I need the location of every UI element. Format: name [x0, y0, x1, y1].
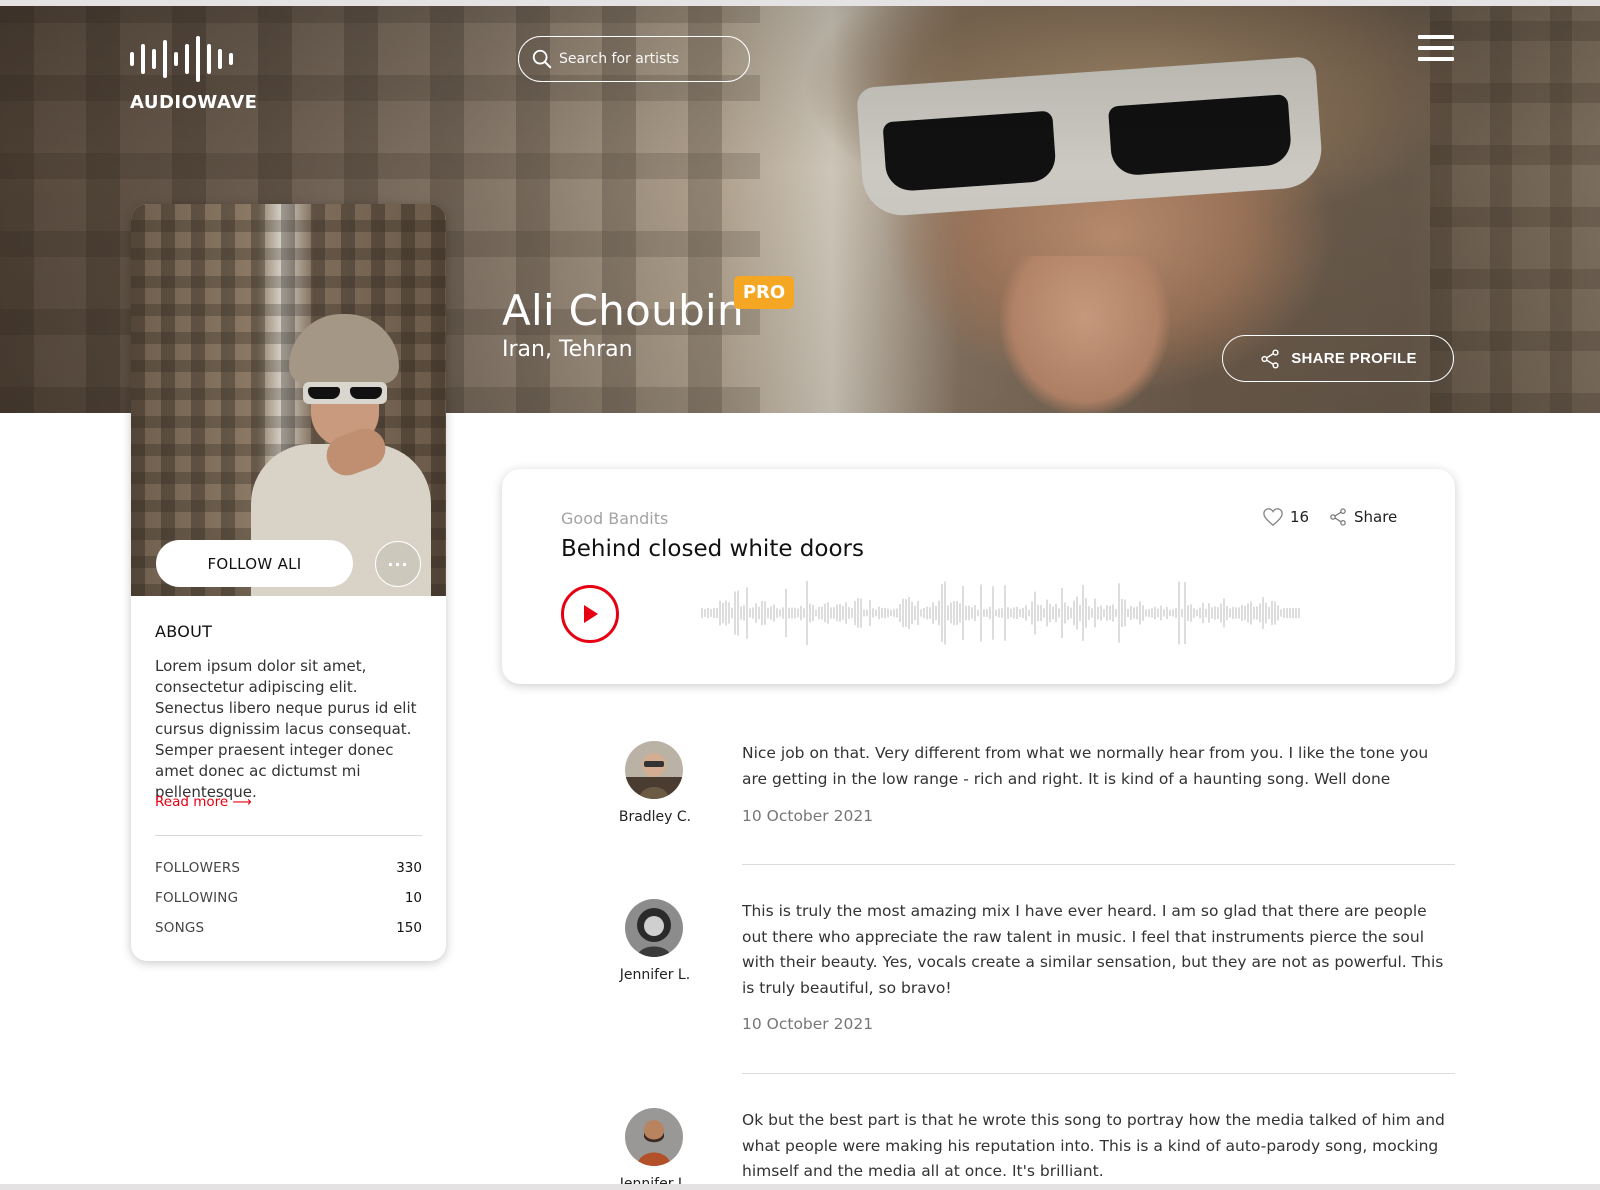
avatar[interactable]	[625, 741, 683, 799]
search-icon	[532, 49, 552, 69]
stat-followers[interactable]: FOLLOWERS 330	[155, 860, 422, 876]
pro-badge: PRO	[734, 276, 794, 309]
track-title[interactable]: Behind closed white doors	[561, 536, 864, 562]
comment-text: Nice job on that. Very different from wh…	[742, 744, 1429, 788]
stat-value: 10	[404, 890, 422, 906]
track-card: Good Bandits Behind closed white doors 1…	[502, 469, 1455, 684]
share-button[interactable]: Share	[1328, 507, 1397, 527]
divider	[155, 835, 422, 836]
comment-author[interactable]: Bradley C.	[600, 809, 710, 825]
stat-songs[interactable]: SONGS 150	[155, 920, 422, 936]
comment-text: Ok but the best part is that he wrote th…	[742, 1111, 1445, 1180]
search-bar[interactable]	[518, 36, 750, 82]
stat-label: FOLLOWING	[155, 890, 239, 906]
waveform-logo-icon	[130, 36, 250, 82]
divider	[742, 1073, 1455, 1074]
read-more-link[interactable]: Read more ⟶	[155, 794, 252, 810]
play-button[interactable]	[561, 585, 619, 643]
hamburger-menu-icon[interactable]	[1418, 35, 1454, 61]
follow-button[interactable]: FOLLOW ALI	[156, 540, 353, 587]
share-profile-label: SHARE PROFILE	[1291, 350, 1417, 367]
share-label: Share	[1354, 508, 1398, 526]
profile-card: FOLLOW ALI ··· ABOUT Lorem ipsum dolor s…	[131, 204, 446, 961]
search-input[interactable]	[559, 51, 739, 67]
share-profile-button[interactable]: SHARE PROFILE	[1222, 335, 1454, 382]
divider	[742, 864, 1455, 865]
track-artist[interactable]: Good Bandits	[561, 509, 668, 528]
stat-following[interactable]: FOLLOWING 10	[155, 890, 422, 906]
bottom-border	[0, 1184, 1600, 1190]
artist-location: Iran, Tehran	[502, 337, 633, 362]
share-icon	[1330, 508, 1346, 526]
comment-date: 10 October 2021	[742, 807, 874, 825]
like-button[interactable]: 16	[1262, 507, 1309, 527]
comment-text: This is truly the most amazing mix I hav…	[742, 902, 1444, 997]
share-icon	[1261, 348, 1279, 369]
heart-icon	[1263, 508, 1283, 527]
comment-date: 10 October 2021	[742, 1015, 874, 1033]
stat-label: SONGS	[155, 920, 205, 936]
play-icon	[584, 605, 598, 623]
avatar[interactable]	[625, 899, 683, 957]
logo-text: AUDIOWAVE	[130, 92, 258, 113]
logo[interactable]: AUDIOWAVE	[130, 36, 258, 116]
artist-photo	[131, 204, 446, 596]
artist-name: Ali Choubin	[502, 286, 744, 335]
stat-label: FOLLOWERS	[155, 860, 241, 876]
like-count: 16	[1290, 508, 1310, 526]
avatar[interactable]	[625, 1108, 683, 1166]
about-title: ABOUT	[155, 622, 213, 641]
about-text: Lorem ipsum dolor sit amet, consectetur …	[155, 657, 417, 801]
audio-waveform[interactable]	[700, 577, 1310, 649]
stat-value: 150	[396, 920, 422, 936]
more-options-icon[interactable]: ···	[375, 541, 421, 587]
stat-value: 330	[396, 860, 422, 876]
comment-author[interactable]: Jennifer L.	[600, 967, 710, 983]
